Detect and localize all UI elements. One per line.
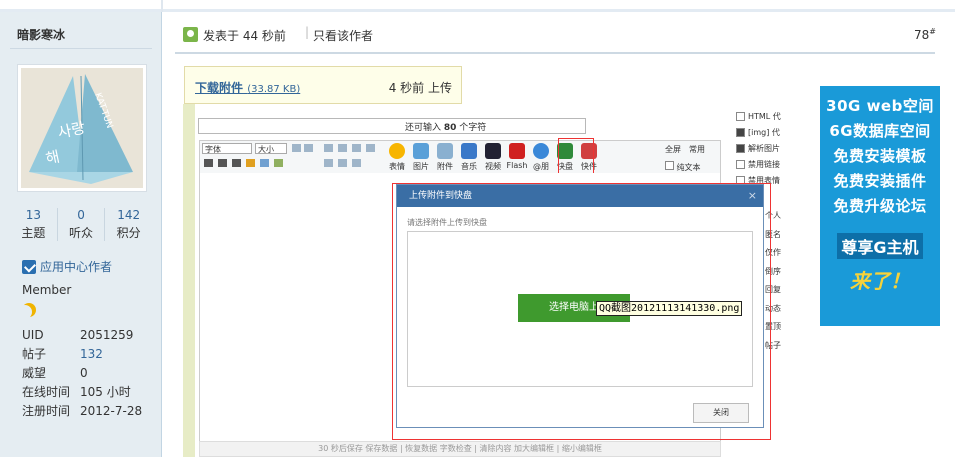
stat-label: 主题 bbox=[21, 226, 46, 240]
separator: | bbox=[305, 25, 310, 39]
moon-icon bbox=[22, 303, 36, 317]
info-value: 2051259 bbox=[80, 328, 134, 342]
ad-line: 30G web空间 bbox=[826, 97, 934, 115]
hint-post: 个字符 bbox=[459, 123, 487, 133]
dialog-header: 上传附件到快盘 × bbox=[397, 185, 763, 207]
user-info: UID 2051259 帖子 132 威望 0 在线时间 105 小时 注册时间 2012… bbox=[22, 326, 142, 421]
attached-screenshot[interactable]: 还可输入 80 个字符 字体 大小 表情 图片 附件 音乐 视频 Flash @… bbox=[183, 104, 783, 457]
italic-icon bbox=[218, 159, 227, 167]
hosting-ad[interactable]: 30G web空间 6G数据库空间 免费安装模板 免费安装插件 免费升级论坛 尊… bbox=[820, 86, 940, 326]
ad-line: 免费安装模板 bbox=[833, 147, 927, 165]
bold-icon bbox=[204, 159, 213, 167]
editor-statusbar: 30 秒后保存 保存数据 | 恢复数据 字数检查 | 清除内容 加大编辑框 | … bbox=[199, 441, 721, 457]
flash-button: Flash bbox=[506, 143, 528, 170]
underline-icon bbox=[232, 159, 241, 167]
fullscreen-label: 全屏 bbox=[665, 145, 681, 154]
online-status-icon bbox=[183, 27, 198, 42]
common-label: 常用 bbox=[689, 145, 705, 154]
attachment-popup: 下载附件 (33.87 KB) 4 秒前 上传 bbox=[184, 66, 462, 104]
dialog-hint: 请选择附件上传到快盘 bbox=[407, 218, 487, 227]
list-icon bbox=[324, 159, 333, 167]
hint-pre: 还可输入 bbox=[405, 123, 442, 133]
editor-toolbar: 字体 大小 表情 图片 附件 音乐 视频 Flash @朋友 快盘 快件 bbox=[199, 140, 721, 182]
post-time: 发表于 44 秒前 bbox=[203, 29, 286, 43]
divider bbox=[10, 48, 152, 49]
info-key: UID bbox=[22, 328, 44, 342]
stat-value: 13 bbox=[25, 208, 41, 222]
download-attachment-link[interactable]: 下载附件 (33.87 KB) bbox=[195, 79, 300, 96]
ad-tagline: 来了！ bbox=[850, 269, 910, 293]
ad-line: 免费安装插件 bbox=[833, 172, 927, 190]
subject-input bbox=[198, 118, 586, 134]
user-group[interactable]: Member bbox=[22, 283, 71, 297]
image-button: 图片 bbox=[410, 143, 432, 172]
stat-value: 0 bbox=[77, 208, 85, 222]
app-author-link[interactable]: 应用中心作者 bbox=[22, 258, 112, 275]
info-key: 帖子 bbox=[22, 347, 47, 361]
stat-label: 听众 bbox=[69, 226, 94, 240]
close-icon: × bbox=[747, 189, 757, 202]
floor-value: 78 bbox=[914, 28, 930, 42]
music-button: 音乐 bbox=[458, 143, 480, 172]
attach-button: 附件 bbox=[434, 143, 456, 172]
list-icon bbox=[338, 159, 347, 167]
app-center-icon bbox=[22, 259, 36, 274]
info-value: 0 bbox=[80, 366, 88, 380]
floor-mark: # bbox=[929, 27, 936, 36]
user-sidebar: 暗影寒冰 사랑 해 KAT-TUN 13 主题 0 听众 142 积分 应用中心… bbox=[0, 12, 162, 457]
stat-listeners[interactable]: 0 听众 bbox=[58, 208, 106, 241]
post-header: 发表于 44 秒前 | 只看该作者 78# bbox=[183, 25, 936, 45]
format-icon bbox=[292, 144, 301, 152]
info-value: 2012-7-28 bbox=[80, 404, 143, 418]
username[interactable]: 暗影寒冰 bbox=[17, 26, 65, 43]
ad-line: 免费升级论坛 bbox=[833, 197, 927, 215]
info-key: 威望 bbox=[22, 366, 47, 380]
stat-label: 积分 bbox=[116, 226, 141, 240]
ad-line: 6G数据库空间 bbox=[829, 122, 931, 140]
align-icon bbox=[324, 144, 333, 152]
dialog-close-button: 关闭 bbox=[693, 403, 749, 423]
plain-text-label: 纯文本 bbox=[665, 161, 701, 173]
size-select: 大小 bbox=[255, 143, 287, 154]
list-icon bbox=[352, 159, 361, 167]
attachment-size: (33.87 KB) bbox=[247, 84, 301, 95]
upload-time: 4 秒前 上传 bbox=[388, 81, 452, 95]
posts-count-link[interactable]: 132 bbox=[80, 345, 103, 364]
file-tooltip: QQ截图20121113141330.png bbox=[596, 301, 743, 316]
floor-number[interactable]: 78# bbox=[914, 27, 936, 42]
subject-hint: 还可输入 80 个字符 bbox=[405, 120, 486, 133]
download-label: 下载附件 bbox=[195, 81, 244, 95]
app-author-label: 应用中心作者 bbox=[40, 260, 113, 274]
only-author-link[interactable]: 只看该作者 bbox=[313, 27, 373, 44]
emoji-button: 表情 bbox=[386, 143, 408, 172]
avatar[interactable]: 사랑 해 KAT-TUN bbox=[17, 64, 147, 192]
font-select: 字体 bbox=[202, 143, 252, 154]
align-icon bbox=[338, 144, 347, 152]
image-strip bbox=[183, 104, 195, 457]
post-divider bbox=[175, 52, 935, 54]
info-key: 注册时间 bbox=[22, 404, 71, 418]
ad-brand: 尊享G主机 bbox=[820, 233, 940, 259]
color-icon bbox=[246, 159, 255, 167]
stat-points[interactable]: 142 积分 bbox=[105, 208, 152, 241]
user-stats: 13 主题 0 听众 142 积分 bbox=[10, 208, 152, 241]
format-icon bbox=[304, 144, 313, 152]
stat-value: 142 bbox=[117, 208, 141, 222]
info-value: 105 小时 bbox=[80, 385, 131, 399]
unlink-icon bbox=[274, 159, 283, 167]
info-key: 在线时间 bbox=[22, 385, 71, 399]
top-divider bbox=[0, 0, 955, 12]
align-icon bbox=[352, 144, 361, 152]
stat-topics[interactable]: 13 主题 bbox=[10, 208, 58, 241]
dialog-title: 上传附件到快盘 bbox=[409, 191, 473, 201]
link-icon bbox=[260, 159, 269, 167]
align-icon bbox=[366, 144, 375, 152]
hint-num: 80 bbox=[443, 123, 457, 133]
video-button: 视频 bbox=[482, 143, 504, 172]
